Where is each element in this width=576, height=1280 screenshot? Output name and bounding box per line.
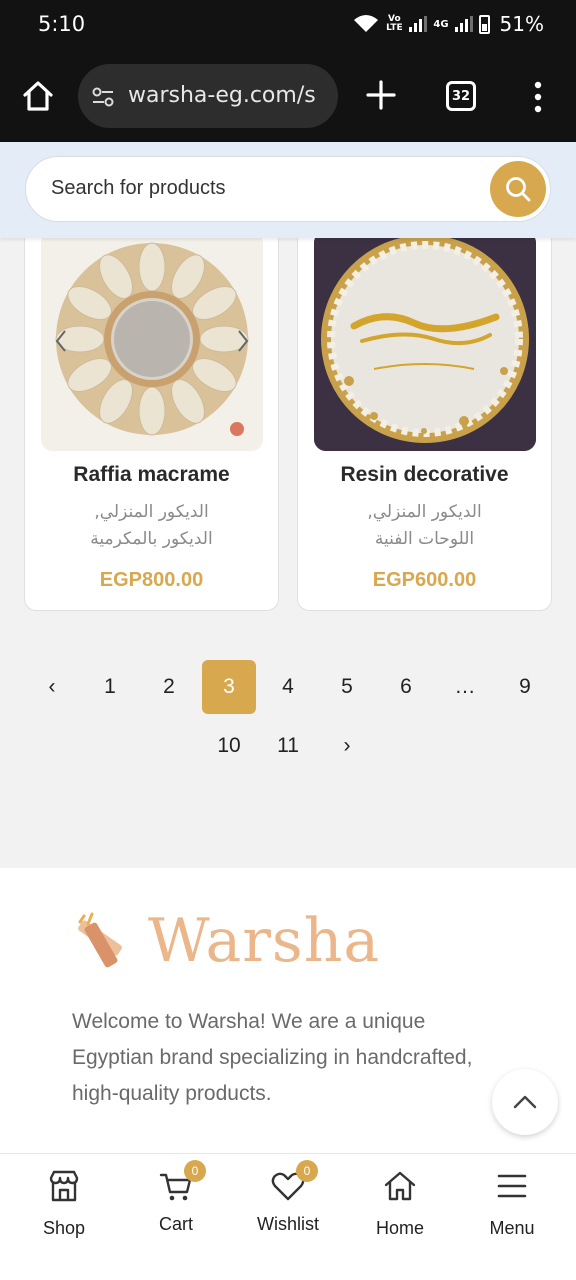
product-name[interactable]: Raffia macrame [25, 463, 278, 487]
back-to-top-button[interactable] [492, 1069, 558, 1135]
nav-label: Wishlist [257, 1214, 319, 1234]
cart-count-badge: 0 [184, 1160, 206, 1182]
page-link[interactable]: 6 [379, 660, 433, 714]
page-link[interactable]: 11 [261, 719, 315, 773]
bottom-nav: Shop 0 Cart 0 Wishlist Home Menu [0, 1153, 576, 1280]
nav-label: Cart [158, 1214, 193, 1234]
wishlist-count-badge: 0 [296, 1160, 318, 1182]
nav-wishlist[interactable]: 0 Wishlist [238, 1160, 338, 1238]
product-price: EGP600.00 [372, 569, 477, 591]
resin-plate-illustration [314, 231, 536, 451]
page-link[interactable]: 1 [83, 660, 137, 714]
pagination-next-icon[interactable]: › [320, 719, 374, 773]
search-header: Search for products [0, 142, 576, 238]
signal-icon [409, 16, 428, 32]
tab-switcher-button[interactable]: 32 [446, 81, 476, 111]
wishlist-icon-wrap: 0 [270, 1160, 318, 1204]
search-icon [506, 177, 531, 202]
shop-icon [49, 1170, 79, 1202]
pagination-prev-icon[interactable]: ‹ [25, 660, 79, 714]
menu-icon [497, 1174, 527, 1198]
product-card[interactable]: Raffia macrame الديكور المنزلي, الديكور … [24, 200, 279, 611]
page-link-current[interactable]: 3 [202, 660, 256, 714]
battery-percent: 51% [499, 12, 544, 36]
category-line[interactable]: اللوحات الفنية [298, 526, 551, 553]
product-categories[interactable]: الديكور المنزلي, الديكور بالمكرمية [25, 499, 278, 553]
nav-label: Shop [42, 1218, 86, 1238]
signal-2-icon [454, 16, 473, 32]
network-type-icon: 4G [433, 18, 449, 30]
nav-label: Menu [489, 1218, 535, 1238]
product-price: EGP800.00 [99, 569, 204, 591]
more-options-icon[interactable] [528, 80, 548, 114]
product-card[interactable]: Resin decorative الديكور المنزلي, اللوحا… [297, 200, 552, 611]
page-link[interactable]: 5 [320, 660, 374, 714]
volte-icon: Vo LTE [386, 14, 403, 33]
browser-toolbar: warsha-eg.com/s 32 [0, 50, 576, 142]
search-input[interactable]: Search for products [25, 156, 551, 222]
product-image-mirror[interactable] [41, 231, 263, 451]
nav-home[interactable]: Home [350, 1168, 450, 1238]
battery-icon [478, 14, 490, 34]
category-line[interactable]: الديكور بالمكرمية [25, 526, 278, 553]
page-link[interactable]: 2 [142, 660, 196, 714]
status-icons: Vo LTE 4G 51% [353, 12, 544, 36]
site-settings-icon[interactable] [90, 84, 116, 110]
search-button[interactable] [490, 161, 546, 217]
cart-icon-wrap: 0 [158, 1160, 206, 1204]
logo-hammer-icon [78, 912, 122, 968]
previous-image-arrow-icon[interactable] [53, 329, 69, 353]
product-image-resin[interactable] [314, 231, 536, 451]
nav-menu[interactable]: Menu [462, 1168, 562, 1238]
page-link[interactable]: 9 [498, 660, 552, 714]
page-link[interactable]: 10 [202, 719, 256, 773]
nav-label: Home [375, 1218, 424, 1238]
next-image-arrow-icon[interactable] [235, 329, 251, 353]
chevron-up-icon [513, 1095, 537, 1109]
category-line[interactable]: الديكور المنزلي, [25, 499, 278, 526]
status-time: 5:10 [38, 12, 86, 36]
status-bar: 5:10 Vo LTE 4G 51% [0, 0, 576, 50]
search-placeholder: Search for products [51, 177, 226, 199]
url-text[interactable]: warsha-eg.com/s [128, 83, 316, 108]
product-name[interactable]: Resin decorative [298, 463, 551, 487]
logo-text: Warsha [148, 906, 381, 976]
nav-shop[interactable]: Shop [14, 1168, 114, 1238]
brand-logo[interactable]: Warsha [72, 906, 402, 976]
pagination-ellipsis: … [454, 675, 476, 698]
welcome-text: Welcome to Warsha! We are a unique Egypt… [72, 1010, 473, 1105]
macrame-mirror-illustration [41, 231, 263, 451]
address-bar[interactable]: warsha-eg.com/s [78, 64, 338, 128]
new-tab-icon[interactable] [364, 78, 398, 112]
footer: Warsha Welcome to Warsha! We are a uniqu… [0, 868, 576, 1158]
category-line[interactable]: الديكور المنزلي, [298, 499, 551, 526]
home-icon [384, 1171, 416, 1201]
home-icon[interactable] [20, 78, 56, 114]
wifi-calling-icon [354, 15, 379, 32]
page-link[interactable]: 4 [261, 660, 315, 714]
product-categories[interactable]: الديكور المنزلي, اللوحات الفنية [298, 499, 551, 553]
nav-cart[interactable]: 0 Cart [126, 1160, 226, 1238]
